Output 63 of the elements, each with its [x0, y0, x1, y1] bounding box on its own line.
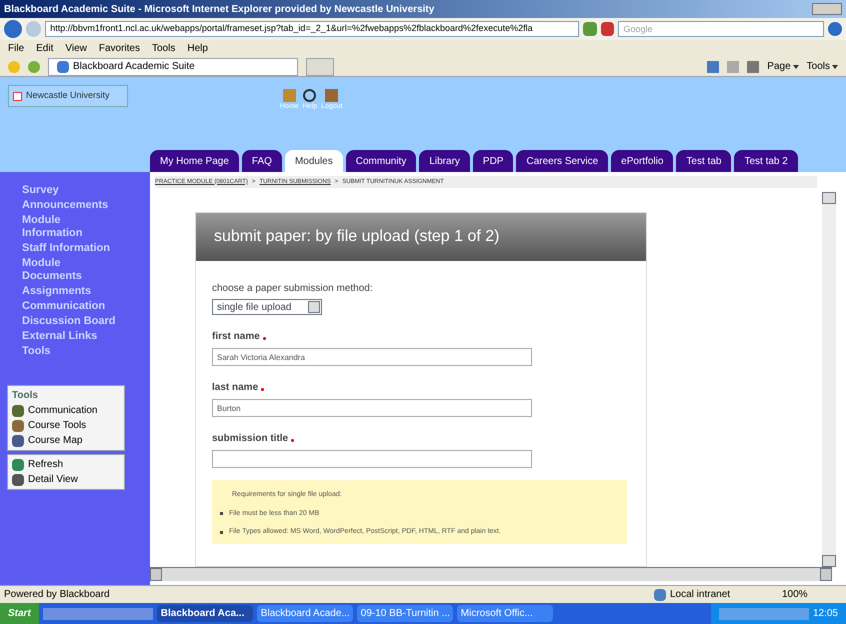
nav-tab[interactable]: Community — [346, 150, 416, 172]
menu-item[interactable]: Help — [187, 41, 208, 56]
menu-item[interactable]: View — [65, 41, 87, 56]
text-field[interactable]: Sarah Victoria Alexandra — [212, 348, 532, 366]
university-logo[interactable]: Newcastle University — [8, 85, 128, 107]
start-button[interactable]: Start — [0, 603, 39, 624]
action-link[interactable]: Refresh — [12, 457, 120, 472]
form-title: submit paper: by file upload (step 1 of 2) — [214, 227, 500, 247]
taskbar-window[interactable]: 09-10 BB-Turnitin ... — [356, 605, 453, 622]
text-field[interactable] — [212, 450, 532, 468]
menu-item[interactable]: Tools — [152, 41, 176, 56]
nav-tab[interactable]: Test tab 2 — [734, 150, 798, 172]
taskbar-window[interactable]: Blackboard Aca... — [156, 605, 253, 622]
add-favorite-icon[interactable] — [28, 60, 40, 72]
search-icon[interactable] — [828, 22, 842, 36]
page-icon — [57, 60, 69, 72]
close-icon[interactable] — [600, 22, 614, 36]
menu-item[interactable]: Edit — [36, 41, 54, 56]
menu-item[interactable]: File — [8, 41, 24, 56]
field-label: submission title — [212, 432, 288, 446]
back-icon[interactable] — [4, 20, 22, 38]
tool-link[interactable]: Course Map — [12, 433, 120, 448]
broken-image-icon — [13, 92, 22, 100]
tools-heading: Tools — [12, 389, 39, 403]
nav-tab[interactable]: FAQ — [242, 150, 282, 172]
command-button[interactable]: Page — [767, 59, 799, 74]
field-label: first name — [212, 330, 260, 344]
nav-tab[interactable]: Modules — [284, 150, 343, 172]
nav-tab[interactable]: Library — [419, 150, 470, 172]
new-tab-button[interactable] — [306, 58, 334, 76]
scroll-up-icon[interactable] — [822, 192, 836, 204]
zone-indicator: Local intranet — [654, 587, 774, 602]
taskbar-window[interactable]: Microsoft Offic... — [456, 605, 553, 622]
menu-item[interactable]: Favorites — [98, 41, 140, 56]
help-icon — [303, 89, 316, 102]
nav-tab[interactable]: PDP — [472, 150, 514, 172]
nav-tab[interactable]: Test tab — [676, 150, 732, 172]
tool-link[interactable]: Course Tools — [12, 418, 120, 433]
caret-icon — [832, 64, 838, 68]
browser-tab[interactable]: Blackboard Academic Suite — [48, 58, 298, 76]
clock: 12:05 — [812, 607, 838, 621]
nav-tab[interactable]: Careers Service — [516, 150, 608, 172]
command-button[interactable]: Tools — [806, 59, 838, 74]
address-field[interactable]: http://bbvm1front1.ncl.ac.uk/webapps/portal/frameset.jsp?tab_id=_2_1&url=%2fwebapps%2fblackboard%2fexecute%2fla — [45, 21, 580, 37]
zoom-indicator[interactable]: 100% — [782, 587, 842, 602]
field-label: last name — [212, 381, 258, 395]
text-field[interactable]: Burton — [212, 399, 532, 417]
nav-tab[interactable]: ePortfolio — [611, 150, 674, 172]
window-title: Blackboard Academic Suite - Microsoft Internet Explorer provided by Newcastle University — [4, 2, 436, 16]
caret-icon — [792, 64, 799, 68]
taskbar-window[interactable]: Blackboard Acade... — [256, 605, 353, 622]
search-field[interactable]: Google — [618, 21, 824, 37]
tool-link[interactable]: Communication — [12, 403, 120, 418]
scroll-down-icon[interactable] — [822, 555, 836, 567]
status-text: Powered by Blackboard — [4, 588, 111, 602]
method-select[interactable]: single file upload — [212, 299, 322, 315]
scroll-right-icon[interactable] — [820, 568, 832, 581]
bullet-icon — [220, 512, 223, 516]
action-link[interactable]: Detail View — [12, 472, 120, 487]
scroll-left-icon[interactable] — [150, 568, 162, 581]
bullet-icon — [220, 530, 223, 534]
nav-tab[interactable]: My Home Page — [150, 150, 239, 172]
method-label: choose a paper submission method: — [212, 282, 374, 296]
